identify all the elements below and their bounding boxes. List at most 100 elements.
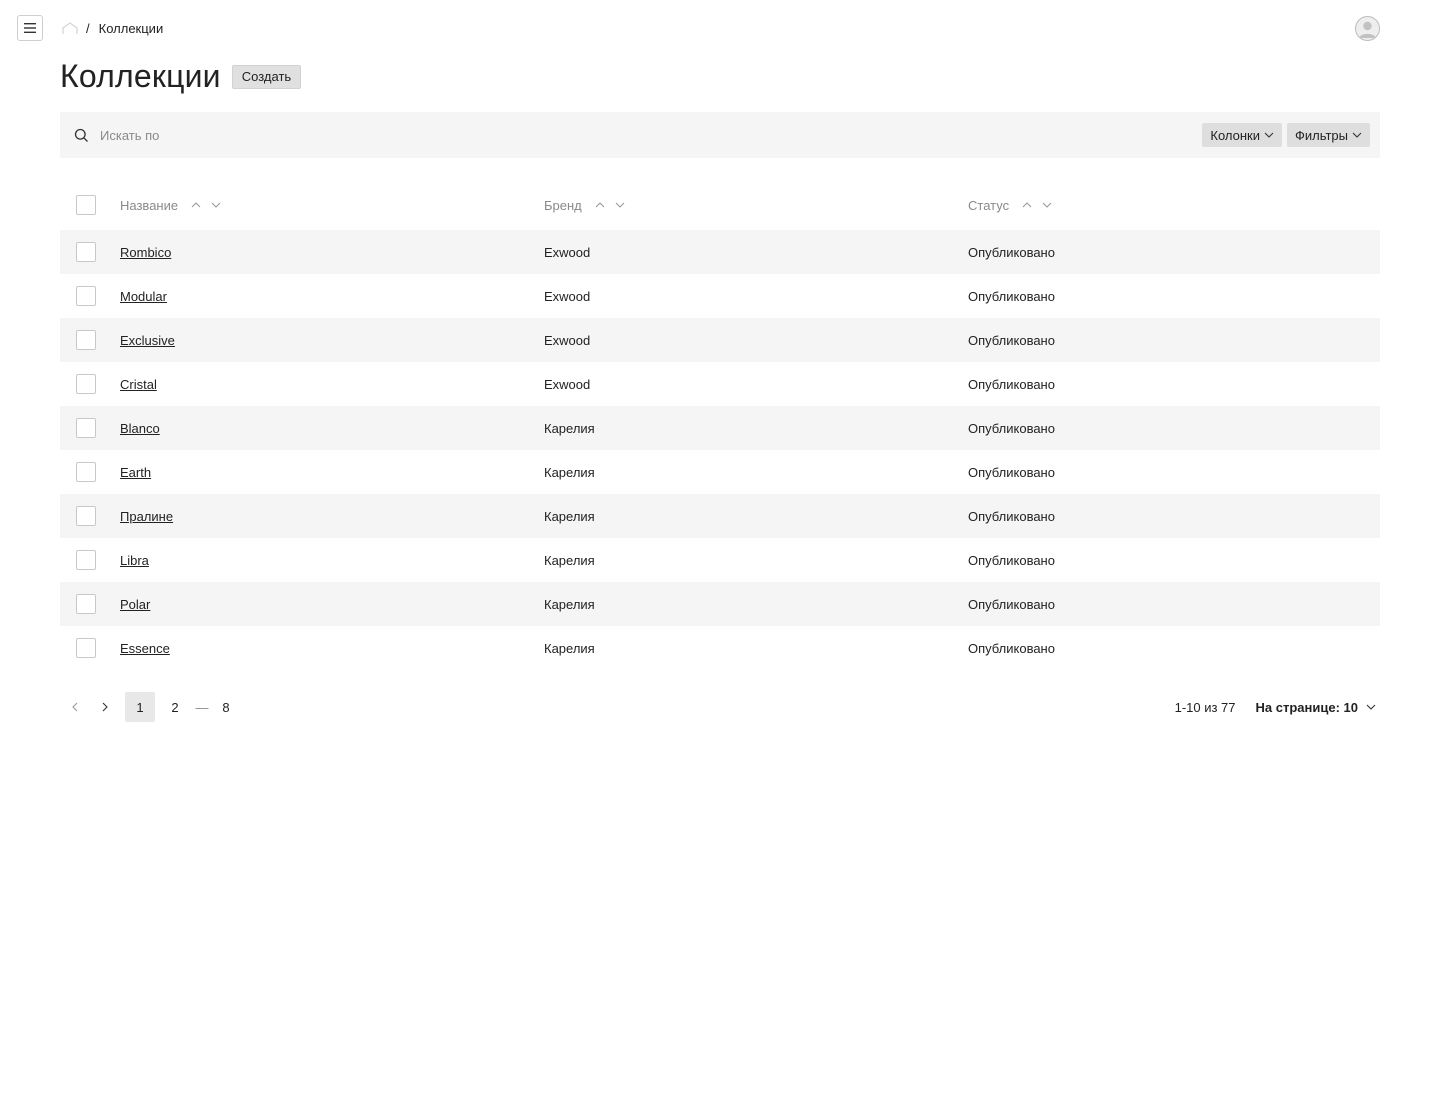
collection-name-link[interactable]: Earth <box>120 465 151 480</box>
row-checkbox[interactable] <box>76 550 96 570</box>
table-row: Earth Карелия Опубликовано <box>60 450 1380 494</box>
collection-name-link[interactable]: Essence <box>120 641 170 656</box>
table-row: Polar Карелия Опубликовано <box>60 582 1380 626</box>
row-checkbox-cell <box>60 418 120 438</box>
row-checkbox[interactable] <box>76 418 96 438</box>
pagination: 1 2 — 8 <box>60 692 241 722</box>
status-cell: Опубликовано <box>968 552 1055 568</box>
columns-button-label: Колонки <box>1210 127 1260 143</box>
sort-controls-brand <box>593 198 627 212</box>
header-checkbox-cell <box>60 195 120 215</box>
breadcrumb-separator: / <box>86 20 90 36</box>
create-button[interactable]: Создать <box>231 65 302 89</box>
page-header: Коллекции Создать <box>60 56 302 96</box>
page-info: 1-10 из 77 На странице: 10 <box>1175 692 1380 722</box>
collection-name-link[interactable]: Blanco <box>120 421 160 436</box>
row-checkbox[interactable] <box>76 242 96 262</box>
menu-button[interactable] <box>17 15 43 41</box>
prev-page-button[interactable] <box>60 692 90 722</box>
row-checkbox[interactable] <box>76 462 96 482</box>
brand-cell: Exwood <box>544 376 591 392</box>
row-checkbox-cell <box>60 330 120 350</box>
select-all-checkbox[interactable] <box>76 195 96 215</box>
collections-table: Название Бренд Статус Rombico Exwood Опу… <box>60 180 1380 670</box>
row-checkbox[interactable] <box>76 330 96 350</box>
table-row: Essence Карелия Опубликовано <box>60 626 1380 670</box>
table-row: Libra Карелия Опубликовано <box>60 538 1380 582</box>
status-cell: Опубликовано <box>968 288 1055 304</box>
status-cell: Опубликовано <box>968 332 1055 348</box>
sort-controls-status <box>1020 198 1054 212</box>
row-checkbox-cell <box>60 638 120 658</box>
collection-name-link[interactable]: Modular <box>120 289 167 304</box>
filters-button[interactable]: Фильтры <box>1286 123 1370 147</box>
sort-asc-icon[interactable] <box>189 198 203 212</box>
table-row: Cristal Exwood Опубликовано <box>60 362 1380 406</box>
brand-cell: Карелия <box>544 640 595 656</box>
sort-desc-icon[interactable] <box>613 198 627 212</box>
row-checkbox[interactable] <box>76 374 96 394</box>
search-icon <box>73 127 89 143</box>
collection-name-link[interactable]: Exclusive <box>120 333 175 348</box>
home-icon <box>62 22 78 34</box>
next-page-button[interactable] <box>90 692 120 722</box>
page-title: Коллекции <box>60 57 221 94</box>
range-text: 1-10 из 77 <box>1174 699 1236 715</box>
brand-cell: Exwood <box>544 244 591 260</box>
status-cell: Опубликовано <box>968 596 1055 612</box>
per-page-label: На странице: 10 <box>1255 699 1358 715</box>
collection-name-link[interactable]: Rombico <box>120 245 171 260</box>
chevron-down-icon <box>1264 132 1274 138</box>
sort-asc-icon[interactable] <box>1020 198 1034 212</box>
chevron-down-icon <box>1366 704 1376 710</box>
user-avatar-icon <box>1359 21 1376 38</box>
page-button-2[interactable]: 2 <box>160 692 190 722</box>
brand-cell: Карелия <box>544 508 595 524</box>
table-row: Modular Exwood Опубликовано <box>60 274 1380 318</box>
table-row: Exclusive Exwood Опубликовано <box>60 318 1380 362</box>
breadcrumb-home-link[interactable] <box>60 20 80 36</box>
search-input[interactable] <box>100 120 1203 150</box>
column-header-brand-label: Бренд <box>544 197 582 213</box>
brand-cell: Карелия <box>544 464 595 480</box>
page-button-1[interactable]: 1 <box>125 692 155 722</box>
collection-name-link[interactable]: Пралине <box>120 509 173 524</box>
per-page-select[interactable]: На странице: 10 <box>1256 700 1380 715</box>
table-row: Rombico Exwood Опубликовано <box>60 230 1380 274</box>
row-checkbox-cell <box>60 462 120 482</box>
status-cell: Опубликовано <box>968 420 1055 436</box>
row-checkbox-cell <box>60 374 120 394</box>
brand-cell: Карелия <box>544 420 595 436</box>
status-cell: Опубликовано <box>968 508 1055 524</box>
row-checkbox-cell <box>60 506 120 526</box>
row-checkbox[interactable] <box>76 638 96 658</box>
sort-desc-icon[interactable] <box>1040 198 1054 212</box>
collection-name-link[interactable]: Cristal <box>120 377 157 392</box>
column-header-status-label: Статус <box>968 197 1010 213</box>
status-cell: Опубликовано <box>968 244 1055 260</box>
row-checkbox[interactable] <box>76 286 96 306</box>
sort-asc-icon[interactable] <box>593 198 607 212</box>
brand-cell: Exwood <box>544 288 591 304</box>
table-row: Пралине Карелия Опубликовано <box>60 494 1380 538</box>
table-header: Название Бренд Статус <box>60 180 1380 230</box>
brand-cell: Карелия <box>544 596 595 612</box>
row-checkbox-cell <box>60 242 120 262</box>
row-checkbox[interactable] <box>76 594 96 614</box>
sort-controls-name <box>189 198 223 212</box>
collection-name-link[interactable]: Libra <box>120 553 149 568</box>
page-button-8[interactable]: 8 <box>211 692 241 722</box>
row-checkbox[interactable] <box>76 506 96 526</box>
column-header-name: Название <box>120 198 544 213</box>
brand-cell: Exwood <box>544 332 591 348</box>
brand-cell: Карелия <box>544 552 595 568</box>
collection-name-link[interactable]: Polar <box>120 597 150 612</box>
status-cell: Опубликовано <box>968 640 1055 656</box>
user-avatar[interactable] <box>1355 16 1380 41</box>
row-checkbox-cell <box>60 286 120 306</box>
columns-button[interactable]: Колонки <box>1202 123 1282 147</box>
column-header-brand: Бренд <box>544 198 968 213</box>
row-checkbox-cell <box>60 594 120 614</box>
hamburger-icon <box>24 23 36 33</box>
sort-desc-icon[interactable] <box>209 198 223 212</box>
